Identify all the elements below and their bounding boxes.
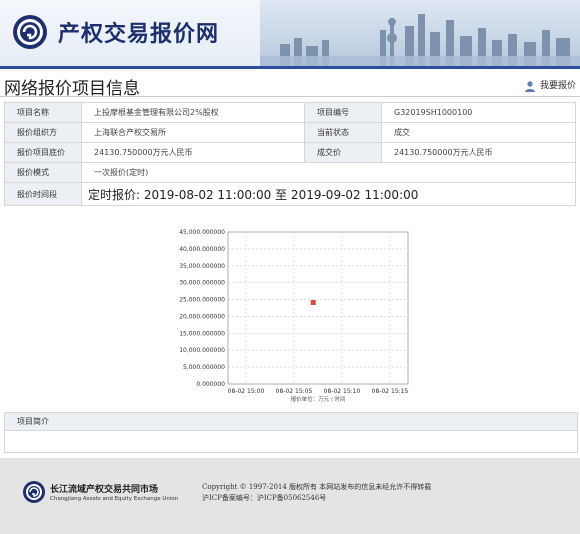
value-bid-mode: 一次报价(定时) (81, 162, 576, 183)
y-tick-label: 5,000.000000 (183, 364, 225, 371)
value-status: 成交 (381, 122, 576, 143)
copyright-text: Copyright © 1997-2014 版权所有 本网站发布的信息未经允许不… (202, 483, 432, 491)
y-tick-label: 20,000.000000 (179, 313, 225, 320)
project-info-table: 项目名称 上投摩根基金管理有限公司2%股权 项目编号 G32019SH10001… (4, 102, 576, 206)
value-deal-price: 24130.750000万元人民币 (381, 142, 576, 163)
table-row: 项目名称 上投摩根基金管理有限公司2%股权 项目编号 G32019SH10001… (4, 102, 576, 123)
y-tick-label: 0.000000 (196, 381, 225, 388)
plot-area (227, 231, 409, 385)
y-tick-label: 15,000.000000 (179, 330, 225, 337)
site-title: 产权交易报价网 (58, 22, 220, 47)
union-logo-icon (23, 481, 45, 503)
bid-link-label: 我要报价 (539, 81, 576, 91)
label-reserve-price: 报价项目底价 (4, 142, 82, 163)
label-project-number: 项目编号 (304, 102, 382, 123)
y-tick-label: 40,000.000000 (179, 246, 225, 253)
value-bid-period: 定时报价: 2019-08-02 11:00:00 至 2019-09-02 1… (81, 182, 576, 206)
table-row: 报价时间段 定时报价: 2019-08-02 11:00:00 至 2019-0… (4, 182, 576, 206)
data-point (310, 299, 316, 305)
table-row: 报价项目底价 24130.750000万元人民币 成交价 24130.75000… (4, 142, 576, 163)
city-skyline-image (260, 0, 580, 66)
label-deal-price: 成交价 (304, 142, 382, 163)
value-project-number: G32019SH1000100 (381, 102, 576, 123)
icp-text: 沪ICP备案编号：沪ICP备05062546号 (202, 494, 327, 502)
x-axis-label: 报价单位：万元 / 时间 (291, 395, 346, 403)
bid-link[interactable]: 我要报价 (524, 78, 576, 92)
value-reserve-price: 24130.750000万元人民币 (81, 142, 305, 163)
label-bid-mode: 报价模式 (4, 162, 82, 183)
table-row: 报价模式 一次报价(定时) (4, 162, 576, 183)
footer: 长江流域产权交易共同市场 Changjiang Assets and Equit… (0, 458, 580, 534)
union-name: 长江流域产权交易共同市场 (50, 485, 159, 495)
label-status: 当前状态 (304, 122, 382, 143)
title-divider (0, 96, 580, 97)
site-logo-icon (13, 15, 47, 49)
value-organizer: 上海联合产权交易所 (81, 122, 305, 143)
intro-label: 项目简介 (17, 417, 49, 426)
bid-chart: 45,000.000000 40,000.000000 35,000.000000 3… (179, 229, 409, 403)
y-tick-label: 10,000.000000 (179, 347, 225, 354)
label-bid-period: 报价时间段 (4, 182, 82, 206)
table-row: 报价组织方 上海联合产权交易所 当前状态 成交 (4, 122, 576, 143)
label-project-name: 项目名称 (4, 102, 82, 123)
user-icon (524, 80, 535, 92)
x-tick-label: 08-02 15:10 (324, 388, 361, 395)
intro-header: 项目简介 (4, 412, 578, 431)
y-tick-label: 35,000.000000 (179, 263, 225, 270)
header-divider (0, 66, 580, 69)
y-tick-label: 25,000.000000 (179, 297, 225, 304)
intro-body (4, 430, 578, 453)
x-tick-label: 08-02 15:15 (372, 388, 409, 395)
union-name-en: Changjiang Assets and Equity Exchange Un… (50, 496, 179, 502)
label-organizer: 报价组织方 (4, 122, 82, 143)
value-project-name: 上投摩根基金管理有限公司2%股权 (81, 102, 305, 123)
x-tick-label: 08-02 15:05 (276, 388, 313, 395)
x-tick-label: 08-02 15:00 (228, 388, 265, 395)
y-tick-label: 45,000.000000 (179, 229, 225, 236)
header-banner: 产权交易报价网 (0, 0, 580, 66)
y-tick-label: 30,000.000000 (179, 280, 225, 287)
